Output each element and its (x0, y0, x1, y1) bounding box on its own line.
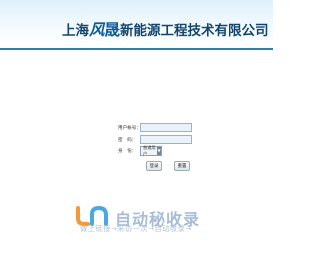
password-label: 密 码： (118, 137, 137, 143)
company-name-brand-2: 晟 (104, 20, 121, 39)
company-name-suffix: 新能源工程技术有限公司 (120, 23, 269, 39)
password-input[interactable] (140, 135, 192, 144)
company-name-brand-1: 风 (89, 20, 105, 39)
company-name: 上海风晟新能源工程技术有限公司 (62, 18, 270, 40)
chevron-down-icon[interactable]: ▼ (157, 146, 161, 155)
role-select[interactable]: 普通用户 ▼ (140, 144, 162, 156)
watermark-slogan: 做上链接→来访一次→自动收录→ (80, 224, 192, 233)
password-row: 密 码： (118, 134, 192, 145)
role-select-value: 普通用户 (143, 144, 156, 156)
username-label: 用户帐号： (118, 125, 141, 131)
username-input[interactable] (140, 123, 192, 132)
username-row: 用户帐号： (118, 122, 192, 133)
reset-button[interactable]: 重置 (174, 161, 190, 171)
role-row: 身 份： 普通用户 ▼ (118, 145, 162, 156)
company-name-prefix: 上海 (62, 23, 89, 39)
role-label: 身 份： (118, 148, 137, 154)
login-button[interactable]: 登录 (146, 161, 162, 171)
header-divider (0, 48, 273, 50)
page-header: 上海风晟新能源工程技术有限公司 (0, 0, 273, 48)
